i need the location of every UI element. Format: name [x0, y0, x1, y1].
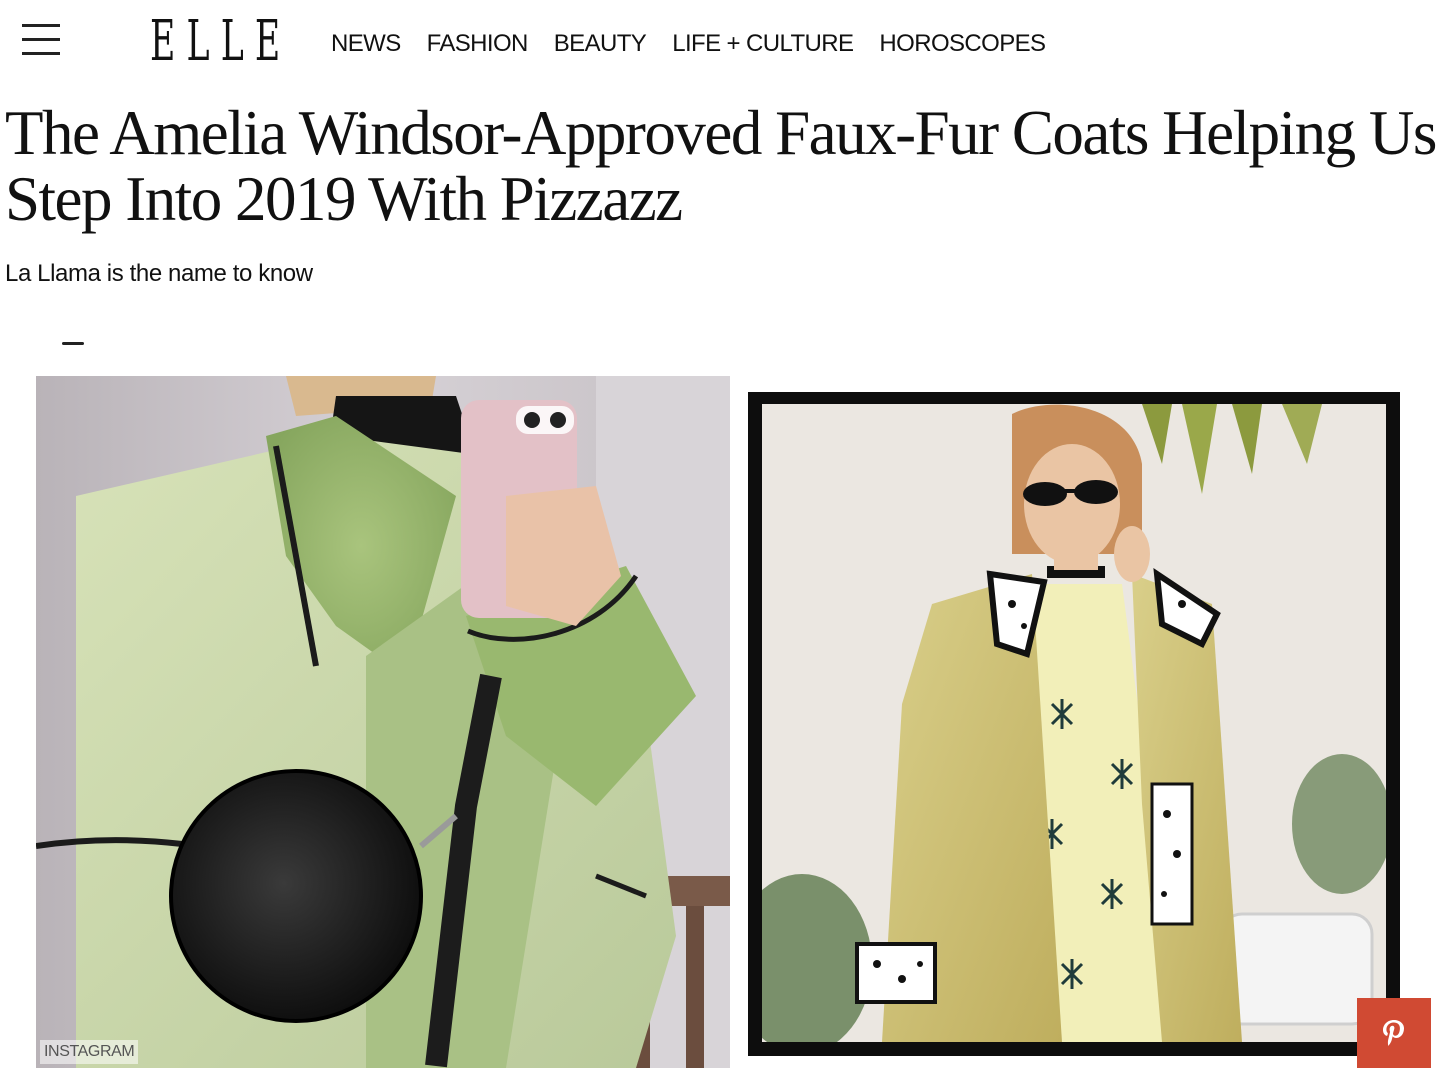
article-page: ELLE NEWS FASHION BEAUTY LIFE + CULTURE … [0, 0, 1454, 1068]
nav-item-horoscopes[interactable]: HOROSCOPES [879, 30, 1046, 58]
nav-item-beauty[interactable]: BEAUTY [554, 30, 647, 58]
main-nav: NEWS FASHION BEAUTY LIFE + CULTURE HOROS… [331, 30, 1046, 58]
hamburger-icon[interactable] [22, 20, 62, 60]
article-photo-right [762, 404, 1386, 1042]
article-dek: La Llama is the name to know [5, 260, 313, 287]
article-title: The Amelia Windsor-Approved Faux-Fur Coa… [5, 98, 1437, 234]
pinterest-icon [1383, 1020, 1404, 1046]
article-photo-left [36, 376, 730, 1068]
nav-item-news[interactable]: NEWS [331, 30, 401, 58]
site-header: ELLE NEWS FASHION BEAUTY LIFE + CULTURE … [0, 0, 1454, 88]
byline-divider [62, 342, 84, 345]
nav-item-fashion[interactable]: FASHION [427, 30, 529, 58]
photo-credit: INSTAGRAM [40, 1040, 139, 1064]
site-logo[interactable]: ELLE [150, 10, 291, 74]
pinterest-button[interactable] [1357, 998, 1431, 1068]
nav-item-life-culture[interactable]: LIFE + CULTURE [672, 30, 854, 58]
